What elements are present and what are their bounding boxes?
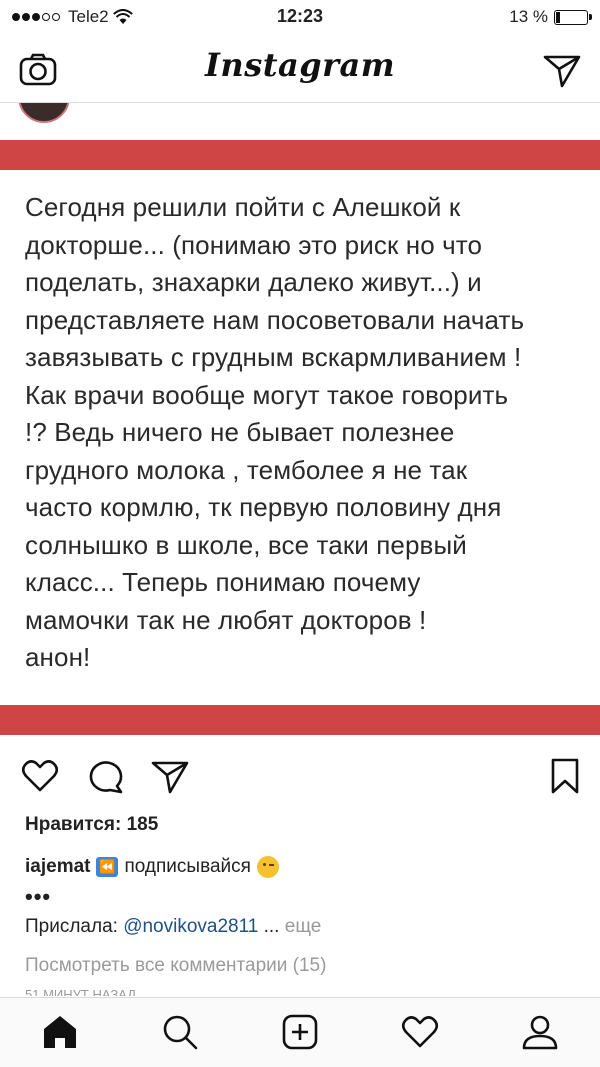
battery-icon <box>554 9 592 25</box>
wink-emoji-icon <box>256 856 279 878</box>
comment-icon[interactable] <box>86 756 126 796</box>
post-actions <box>0 740 600 810</box>
post-timestamp: 51 МИНУТ НАЗАД <box>25 988 137 996</box>
bookmark-icon[interactable] <box>545 756 585 796</box>
caption-dots: ••• <box>25 884 52 909</box>
app-header: Instagram <box>0 36 600 103</box>
sent-by-ellipsis: ... <box>263 916 280 937</box>
caption-text: подписывайся <box>124 856 251 877</box>
sent-by-line: Прислала: @novikova2811 ... еще <box>25 916 321 938</box>
caption: iajemat ⏪ подписывайся <box>25 856 279 878</box>
search-icon[interactable] <box>160 1012 200 1052</box>
sent-by-label: Прислала: <box>25 916 118 937</box>
battery-group: 13 % <box>509 7 592 27</box>
sent-by-mention[interactable]: @novikova2811 <box>123 916 258 937</box>
activity-icon[interactable] <box>400 1012 440 1052</box>
battery-percent: 13 % <box>509 7 548 26</box>
heart-icon[interactable] <box>20 756 60 796</box>
add-post-icon[interactable] <box>280 1012 320 1052</box>
app-logo: Instagram <box>204 46 396 84</box>
likes-count[interactable]: Нравится: 185 <box>25 814 158 836</box>
send-icon[interactable] <box>542 50 582 90</box>
author-avatar <box>18 103 70 123</box>
rewind-emoji-icon: ⏪ <box>96 857 119 877</box>
tab-bar <box>0 997 600 1067</box>
bottom-red-band <box>0 705 600 735</box>
status-bar: Tele2 12:23 13 % <box>0 0 600 36</box>
profile-icon[interactable] <box>520 1012 560 1052</box>
top-red-band <box>0 140 600 170</box>
home-icon[interactable] <box>40 1012 80 1052</box>
view-comments-link[interactable]: Посмотреть все комментарии (15) <box>25 955 326 977</box>
post-text: Сегодня решили пойти с Алешкой к докторш… <box>25 192 525 672</box>
caption-username[interactable]: iajemat <box>25 856 90 878</box>
post-image[interactable]: Сегодня решили пойти с Алешкой к докторш… <box>0 103 600 735</box>
share-icon[interactable] <box>150 756 190 796</box>
more-link[interactable]: еще <box>285 916 322 937</box>
